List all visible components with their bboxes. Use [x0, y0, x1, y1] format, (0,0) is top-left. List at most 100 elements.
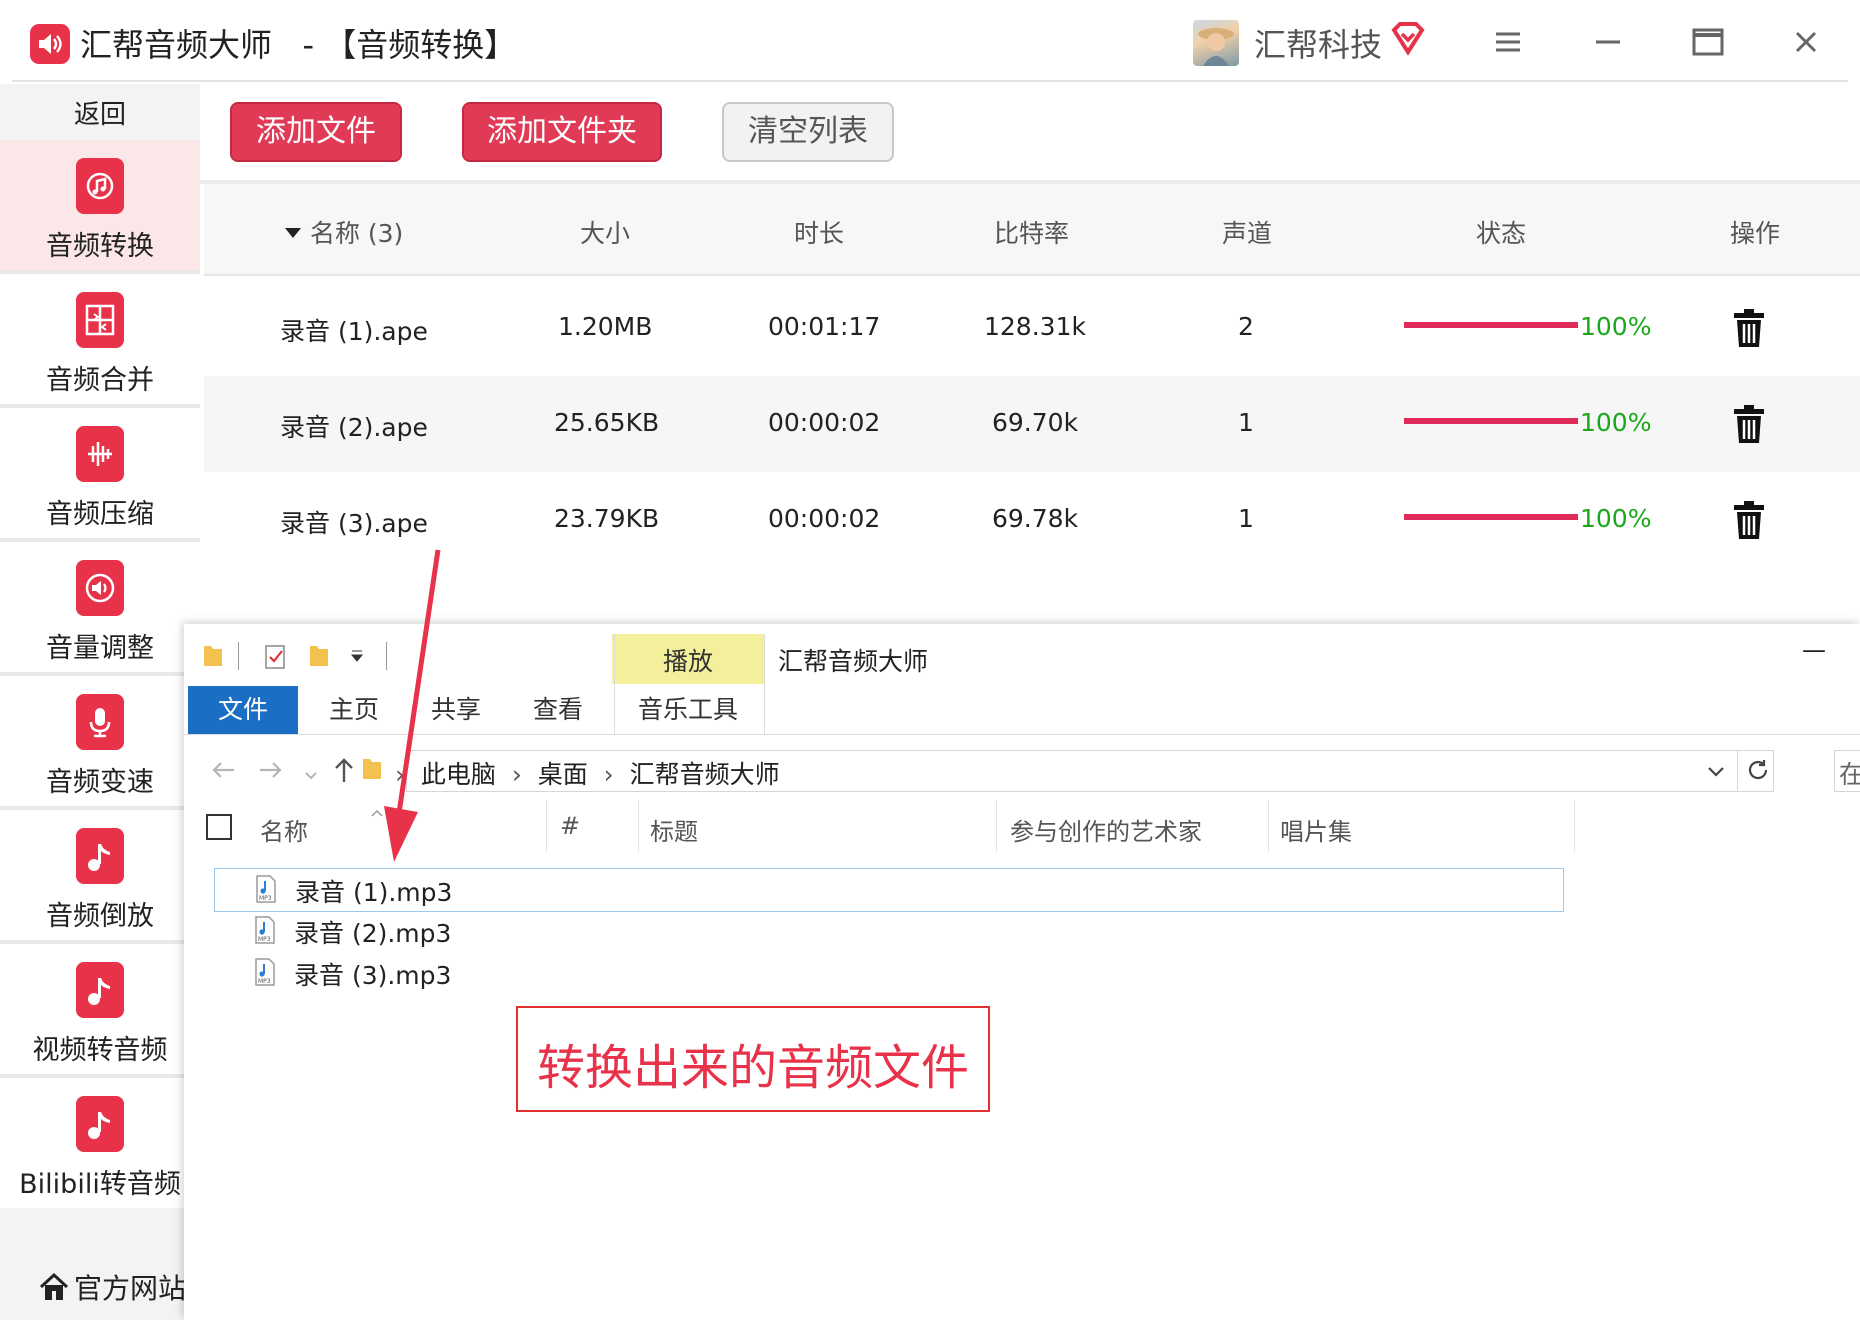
back-arrow-icon[interactable]: [210, 758, 236, 786]
tab-file[interactable]: 文件: [188, 686, 298, 734]
explorer-minimize-button[interactable]: —: [1802, 636, 1826, 664]
file-size: 1.20MB: [558, 312, 653, 341]
sort-chevron-icon: [370, 802, 384, 821]
search-box[interactable]: 在: [1834, 750, 1860, 792]
refresh-icon[interactable]: [1745, 757, 1771, 787]
tab-home[interactable]: 主页: [304, 686, 404, 734]
table-row[interactable]: 录音 (2).ape 25.65KB 00:00:02 69.70k 1 100…: [204, 376, 1860, 472]
new-folder-icon[interactable]: [308, 642, 330, 672]
app-logo-icon: [30, 24, 70, 64]
explorer-window-title: 汇帮音频大师: [778, 647, 929, 676]
microphone-icon: [76, 694, 124, 750]
sidebar-item-audio-reverse[interactable]: 音频倒放: [0, 810, 200, 940]
clear-list-button[interactable]: 清空列表: [722, 102, 894, 162]
forward-arrow-icon[interactable]: [258, 758, 284, 786]
column-name[interactable]: 名称: [260, 812, 308, 847]
column-title[interactable]: 标题: [650, 812, 698, 847]
user-name[interactable]: 汇帮科技: [1254, 20, 1382, 66]
column-channels: 声道: [1222, 219, 1273, 248]
column-number[interactable]: #: [560, 812, 580, 840]
sidebar-item-bilibili-to-audio[interactable]: Bilibili转音频: [0, 1078, 200, 1208]
add-folder-button[interactable]: 添加文件夹: [462, 102, 662, 162]
sidebar-item-audio-convert[interactable]: 音频转换: [0, 140, 200, 270]
progress-bar: [1404, 514, 1578, 520]
column-divider: [996, 800, 997, 852]
breadcrumb-chevron-icon: ›: [603, 760, 614, 789]
breadcrumb-this-pc[interactable]: 此电脑: [421, 760, 496, 789]
breadcrumb-folder[interactable]: 汇帮音频大师: [630, 760, 780, 789]
customize-dropdown-icon[interactable]: [350, 648, 364, 667]
minimize-icon[interactable]: [1588, 22, 1628, 62]
toolbar-divider: [238, 642, 239, 670]
column-artist[interactable]: 参与创作的艺术家: [1010, 812, 1202, 847]
title-divider: [12, 80, 1848, 82]
breadcrumb-desktop[interactable]: 桌面: [538, 760, 588, 789]
trash-icon[interactable]: [1732, 500, 1766, 544]
svg-text:MP3: MP3: [258, 978, 271, 985]
tab-play[interactable]: 播放: [612, 638, 764, 686]
column-name[interactable]: 名称 (3): [284, 214, 403, 250]
sidebar-item-video-to-audio[interactable]: 视频转音频: [0, 944, 200, 1074]
up-arrow-icon[interactable]: [332, 756, 356, 788]
official-site-link[interactable]: 官方网站: [38, 1267, 186, 1309]
status-percent: 100%: [1580, 408, 1652, 437]
folder-icon[interactable]: [202, 642, 224, 672]
file-name: 录音 (1).ape: [280, 317, 428, 346]
window-title: 汇帮音频大师 - 【音频转换】: [80, 20, 516, 66]
file-channels: 2: [1238, 312, 1254, 341]
table-row[interactable]: 录音 (3).ape 23.79KB 00:00:02 69.78k 1 100…: [204, 472, 1860, 568]
music-convert-icon: [76, 158, 124, 214]
context-group-divider: [764, 634, 765, 734]
maximize-icon[interactable]: [1688, 22, 1728, 62]
address-dropdown-icon[interactable]: [1707, 763, 1725, 782]
sidebar-item-label: 音频合并: [46, 365, 154, 396]
svg-text:MP3: MP3: [258, 936, 271, 943]
sidebar-item-audio-compress[interactable]: 音频压缩: [0, 408, 200, 538]
table-header: 名称 (3) 大小 时长 比特率 声道 状态 操作: [204, 184, 1860, 276]
address-bar[interactable]: › 此电脑 › 桌面 › 汇帮音频大师: [363, 750, 1774, 792]
tab-share[interactable]: 共享: [406, 686, 506, 734]
avatar[interactable]: [1193, 20, 1239, 66]
tab-view[interactable]: 查看: [508, 686, 608, 734]
breadcrumb-chevron-icon: ›: [511, 760, 522, 789]
sidebar-item-label: 音量调整: [46, 633, 154, 664]
trash-icon[interactable]: [1732, 404, 1766, 448]
mp3-file-icon: MP3: [254, 958, 276, 992]
sidebar-item-volume-adjust[interactable]: 音量调整: [0, 542, 200, 672]
file-channels: 1: [1238, 504, 1254, 533]
status-percent: 100%: [1580, 312, 1652, 341]
sidebar-item-label: 音频压缩: [46, 499, 154, 530]
search-box-text: 在: [1839, 760, 1860, 789]
location-folder-icon: [361, 755, 383, 785]
mp3-file-icon: MP3: [255, 875, 277, 909]
column-size: 大小: [580, 219, 631, 248]
trash-icon[interactable]: [1732, 308, 1766, 352]
sidebar-item-audio-speed[interactable]: 音频变速: [0, 676, 200, 806]
music-note-icon: [76, 1096, 124, 1152]
file-name: 录音 (2).mp3: [294, 919, 452, 948]
table-row[interactable]: 录音 (1).ape 1.20MB 00:01:17 128.31k 2 100…: [204, 280, 1860, 376]
column-album[interactable]: 唱片集: [1280, 812, 1352, 847]
menu-icon[interactable]: [1488, 22, 1528, 62]
properties-icon[interactable]: [264, 642, 288, 674]
add-file-button[interactable]: 添加文件: [230, 102, 402, 162]
breadcrumb: › 此电脑 › 桌面 › 汇帮音频大师: [395, 755, 780, 791]
tab-music-tools[interactable]: 音乐工具: [612, 686, 764, 734]
merge-icon: [76, 292, 124, 348]
file-name: 录音 (2).ape: [280, 413, 428, 442]
back-button[interactable]: 返回: [0, 94, 200, 131]
vip-diamond-icon[interactable]: [1390, 20, 1426, 60]
sidebar-item-label: 视频转音频: [32, 1035, 168, 1066]
page-title: 【音频转换】: [324, 26, 517, 64]
mp3-file-icon: MP3: [254, 916, 276, 950]
toolbar-divider: [386, 642, 387, 670]
status-percent: 100%: [1580, 504, 1652, 533]
column-name-label: 名称 (3): [309, 219, 404, 248]
list-item[interactable]: MP3 录音 (1).mp3: [214, 868, 1564, 912]
file-name: 录音 (3).ape: [280, 509, 428, 538]
select-all-checkbox[interactable]: [206, 814, 232, 840]
sidebar-item-audio-merge[interactable]: 音频合并: [0, 274, 200, 404]
sidebar: 返回 音频转换 音频合并 音频压缩 音量调整 音频变速 音频倒放 视频转音频 B…: [0, 84, 200, 1320]
recent-locations-icon[interactable]: [304, 766, 318, 785]
close-icon[interactable]: [1786, 22, 1826, 62]
